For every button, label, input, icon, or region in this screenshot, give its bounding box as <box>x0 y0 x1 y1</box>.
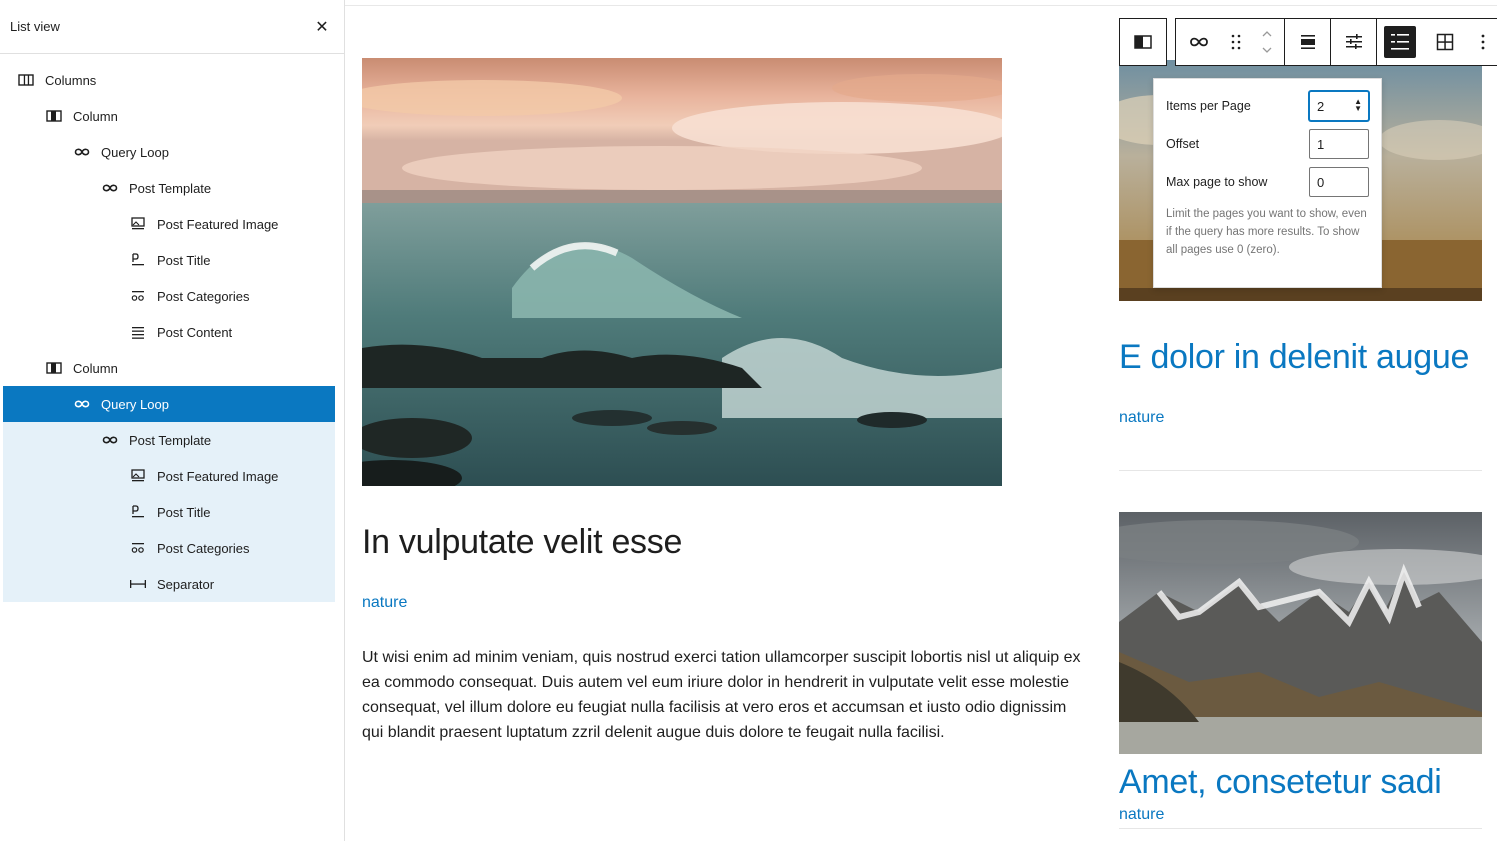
list-layout-icon[interactable] <box>1376 19 1422 65</box>
list-view-item-label: Post Content <box>157 324 233 340</box>
list-view-item[interactable]: Column <box>3 98 335 134</box>
loop-icon <box>73 395 91 413</box>
max-page-input[interactable] <box>1309 167 1369 197</box>
post-category-link[interactable]: nature <box>1119 409 1164 427</box>
align-icon[interactable] <box>1284 19 1330 65</box>
more-options-icon[interactable] <box>1468 18 1497 66</box>
max-page-row: Max page to show <box>1166 167 1369 197</box>
list-view-item-label: Post Template <box>129 432 212 448</box>
list-view-item-label: Post Title <box>157 504 211 520</box>
list-view-item[interactable]: Query Loop <box>3 386 335 422</box>
list-view-item[interactable]: Separator <box>3 566 335 602</box>
list-view-item[interactable]: Post Template <box>3 422 335 458</box>
settings-sliders-icon[interactable] <box>1330 19 1376 65</box>
post-featured-image[interactable] <box>1119 512 1482 754</box>
query-loop-icon[interactable] <box>1176 19 1222 65</box>
list-view-item[interactable]: Post Featured Image <box>3 458 335 494</box>
loop-icon <box>101 179 119 197</box>
title-icon <box>129 503 147 521</box>
post-category-link[interactable]: nature <box>362 594 407 612</box>
list-view-item-label: Query Loop <box>101 396 169 412</box>
separator <box>1119 828 1482 829</box>
columns-icon <box>17 71 35 89</box>
loop-icon <box>101 431 119 449</box>
separator <box>1119 470 1482 471</box>
close-icon[interactable]: ✕ <box>310 17 334 37</box>
list-view-item-label: Column <box>73 360 118 376</box>
list-view-panel: List view ✕ Columns Column Query Loop Post … <box>0 0 345 841</box>
list-view-item[interactable]: Post Title <box>3 494 335 530</box>
column-block-icon[interactable] <box>1120 19 1166 65</box>
featured-image-icon <box>129 215 147 233</box>
mountain-image <box>1119 512 1482 754</box>
categories-icon <box>129 287 147 305</box>
max-page-label: Max page to show <box>1166 175 1268 189</box>
list-view-item[interactable]: Post Template <box>3 170 335 206</box>
list-view-item[interactable]: Post Content <box>3 314 335 350</box>
grid-layout-icon[interactable] <box>1422 19 1468 65</box>
title-icon <box>129 251 147 269</box>
post-title[interactable]: In vulputate velit esse <box>362 523 682 562</box>
list-view-tree: Columns Column Query Loop Post Template Post… <box>3 62 335 602</box>
offset-label: Offset <box>1166 137 1200 151</box>
list-view-item[interactable]: Column <box>3 350 335 386</box>
column-icon <box>45 107 63 125</box>
list-view-item-label: Query Loop <box>101 144 169 160</box>
list-view-item-label: Post Template <box>129 180 212 196</box>
list-view-item[interactable]: Post Featured Image <box>3 206 335 242</box>
top-divider <box>345 5 1497 6</box>
toolbar-group-main <box>1175 18 1468 66</box>
items-per-page-label: Items per Page <box>1166 99 1251 113</box>
list-view-item-label: Columns <box>45 72 97 88</box>
post-title[interactable]: Amet, consetetur sadi <box>1119 763 1442 802</box>
list-view-item-label: Post Categories <box>157 288 250 304</box>
list-view-item-label: Post Featured Image <box>157 216 279 232</box>
list-view-item[interactable]: Columns <box>3 62 335 98</box>
items-per-page-row: Items per Page ▲▼ <box>1166 91 1369 121</box>
list-view-item[interactable]: Post Categories <box>3 530 335 566</box>
list-view-header: List view ✕ <box>0 0 344 54</box>
list-view-item-label: Post Featured Image <box>157 468 279 484</box>
separator-icon <box>129 575 147 593</box>
list-view-item-label: Post Title <box>157 252 211 268</box>
offset-row: Offset <box>1166 129 1369 159</box>
list-view-title: List view <box>10 19 60 34</box>
content-icon <box>129 323 147 341</box>
post-category-link[interactable]: nature <box>1119 806 1164 824</box>
move-arrows-icon[interactable] <box>1250 19 1284 65</box>
offset-input[interactable] <box>1309 129 1369 159</box>
max-page-help-text: Limit the pages you want to show, even i… <box>1166 208 1367 256</box>
column-icon <box>45 359 63 377</box>
loop-icon <box>73 143 91 161</box>
items-per-page-wrapper: ▲▼ <box>1309 91 1369 121</box>
post-content: Ut wisi enim ad minim veniam, quis nostr… <box>362 649 1081 741</box>
ocean-wave-image <box>362 58 1002 486</box>
pagination-settings-popover: Items per Page ▲▼ Offset Max page to sho… <box>1153 78 1382 288</box>
post-title[interactable]: E dolor in delenit augue <box>1119 338 1469 377</box>
post-featured-image[interactable] <box>362 58 1002 486</box>
list-view-item-label: Column <box>73 108 118 124</box>
list-view-item[interactable]: Post Categories <box>3 278 335 314</box>
list-view-item[interactable]: Query Loop <box>3 134 335 170</box>
toolbar-group-parent <box>1119 18 1167 66</box>
drag-handle-icon[interactable] <box>1222 19 1250 65</box>
spinner-arrows-icon[interactable]: ▲ ▼ <box>1354 98 1362 113</box>
block-toolbar <box>1119 18 1497 66</box>
list-view-item-label: Separator <box>157 576 215 592</box>
list-view-item[interactable]: Post Title <box>3 242 335 278</box>
featured-image-icon <box>129 467 147 485</box>
categories-icon <box>129 539 147 557</box>
list-view-item-label: Post Categories <box>157 540 250 556</box>
